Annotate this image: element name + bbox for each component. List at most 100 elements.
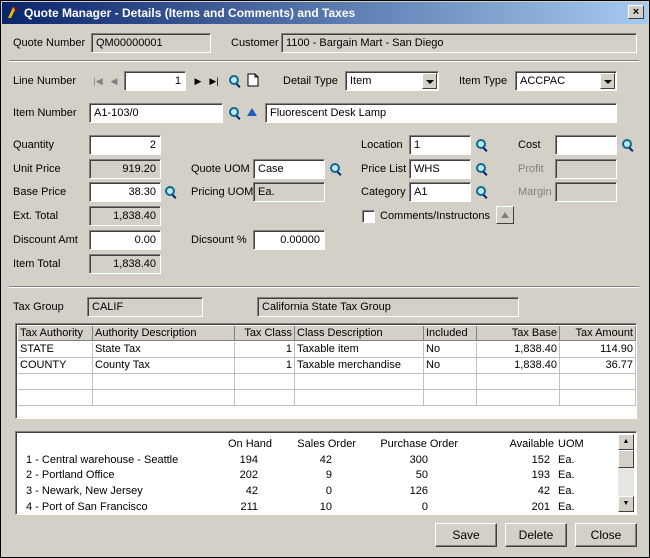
category-input[interactable]: A1 <box>409 182 471 202</box>
detail-type-select[interactable]: Item <box>345 71 439 91</box>
search-icon[interactable] <box>330 163 342 175</box>
search-icon[interactable] <box>165 186 177 198</box>
column-header: Purchase Order <box>380 438 458 450</box>
column-header[interactable]: Class Description <box>295 326 424 341</box>
separator <box>9 286 639 288</box>
table-cell: COUNTY <box>18 358 93 374</box>
comments-checkbox[interactable] <box>362 210 375 223</box>
discount-percent-input[interactable]: 0.00000 <box>253 230 325 250</box>
table-cell <box>93 374 235 390</box>
margin-field <box>555 182 617 202</box>
chevron-down-icon[interactable] <box>422 73 437 89</box>
purchase-order-value: 126 <box>409 485 428 497</box>
delete-button[interactable]: Delete <box>505 523 567 547</box>
comments-label: Comments/Instructons <box>380 210 491 222</box>
purchase-order-value: 300 <box>409 454 428 466</box>
column-header: On Hand <box>227 438 272 450</box>
title-bar[interactable]: Quote Manager - Details (Items and Comme… <box>2 2 648 24</box>
table-cell <box>235 390 295 406</box>
inventory-table[interactable]: On Hand Sales Order Purchase Order Avail… <box>15 431 637 515</box>
table-cell <box>295 374 424 390</box>
search-icon[interactable] <box>476 186 488 198</box>
base-price-input[interactable]: 38.30 <box>89 182 161 202</box>
column-header[interactable]: Tax Amount <box>560 326 636 341</box>
first-record-icon[interactable]: |◀ <box>91 73 105 89</box>
search-icon[interactable] <box>476 163 488 175</box>
table-cell <box>560 390 636 406</box>
sales-order-value: 0 <box>325 485 332 497</box>
on-hand-value: 211 <box>240 501 258 513</box>
tax-table[interactable]: Tax Authority Authority Description Tax … <box>15 323 637 419</box>
customer-field: 1100 - Bargain Mart - San Diego <box>281 33 637 53</box>
scroll-up-icon[interactable]: ▲ <box>618 434 634 450</box>
quote-uom-label: Quote UOM <box>191 163 250 175</box>
on-hand-value: 42 <box>245 485 258 497</box>
column-header[interactable]: Tax Base <box>477 326 560 341</box>
uom-value: Ea. <box>558 485 575 497</box>
quote-manager-window: Quote Manager - Details (Items and Comme… <box>0 0 650 558</box>
expand-comments-button[interactable] <box>496 206 514 224</box>
item-type-value: ACCPAC <box>520 75 566 87</box>
uom-value: Ea. <box>558 501 575 513</box>
previous-record-icon[interactable]: ◀ <box>107 73 121 89</box>
search-icon[interactable] <box>229 107 241 119</box>
column-header[interactable]: Authority Description <box>93 326 235 341</box>
table-cell <box>18 374 93 390</box>
tax-group-description: California State Tax Group <box>257 297 519 317</box>
line-number-input[interactable]: 1 <box>124 71 186 91</box>
cost-input[interactable] <box>555 135 617 155</box>
quote-number-label: Quote Number <box>13 37 86 49</box>
column-header[interactable]: Included <box>424 326 477 341</box>
scroll-thumb[interactable] <box>618 450 634 468</box>
item-type-select[interactable]: ACCPAC <box>515 71 617 91</box>
inventory-scrollbar[interactable]: ▲ ▼ <box>618 434 634 512</box>
discount-amt-input[interactable]: 0.00 <box>89 230 161 250</box>
triangle-up-icon <box>501 212 509 218</box>
search-icon[interactable] <box>622 139 634 151</box>
last-record-icon[interactable]: ▶| <box>207 73 221 89</box>
location-name: 2 - Portland Office <box>26 469 115 481</box>
location-name: 1 - Central warehouse - Seattle <box>26 454 179 466</box>
item-description-input[interactable]: Fluorescent Desk Lamp <box>265 103 617 123</box>
separator <box>9 60 639 62</box>
window-title: Quote Manager - Details (Items and Comme… <box>24 6 356 20</box>
scroll-down-icon[interactable]: ▼ <box>618 496 634 512</box>
search-icon[interactable] <box>229 75 241 87</box>
base-price-label: Base Price <box>13 186 67 198</box>
available-value: 152 <box>531 454 550 466</box>
table-cell: Taxable merchandise <box>295 358 424 374</box>
column-header[interactable]: Tax Authority <box>18 326 93 341</box>
table-cell <box>477 374 560 390</box>
price-list-input[interactable]: WHS <box>409 159 471 179</box>
uom-value: Ea. <box>558 454 575 466</box>
column-header: UOM <box>558 438 584 450</box>
chevron-down-icon[interactable] <box>600 73 615 89</box>
location-input[interactable]: 1 <box>409 135 471 155</box>
table-cell <box>424 374 477 390</box>
quantity-label: Quantity <box>13 139 54 151</box>
location-name: 4 - Port of San Francisco <box>26 501 148 513</box>
detail-type-value: Item <box>350 75 372 87</box>
profit-label: Profit <box>518 163 544 175</box>
item-total-label: Item Total <box>13 258 61 270</box>
app-icon <box>8 7 19 18</box>
table-cell: Taxable item <box>295 342 424 358</box>
quote-uom-input[interactable]: Case <box>253 159 325 179</box>
unit-price-field: 919.20 <box>89 159 161 179</box>
table-cell: 114.90 <box>560 342 636 358</box>
save-button[interactable]: Save <box>435 523 497 547</box>
triangle-up-icon[interactable] <box>246 107 258 117</box>
search-icon[interactable] <box>476 139 488 151</box>
window-close-button[interactable]: × <box>628 5 644 19</box>
discount-percent-label: Dicsount % <box>191 234 247 246</box>
table-cell <box>93 390 235 406</box>
column-header[interactable]: Tax Class <box>235 326 295 341</box>
table-cell: 1,838.40 <box>477 358 560 374</box>
next-record-icon[interactable]: ▶ <box>191 73 205 89</box>
category-label: Category <box>361 186 406 198</box>
quantity-input[interactable]: 2 <box>89 135 161 155</box>
new-document-icon[interactable] <box>247 73 259 87</box>
profit-field <box>555 159 617 179</box>
close-button[interactable]: Close <box>575 523 637 547</box>
item-number-input[interactable]: A1-103/0 <box>89 103 223 123</box>
